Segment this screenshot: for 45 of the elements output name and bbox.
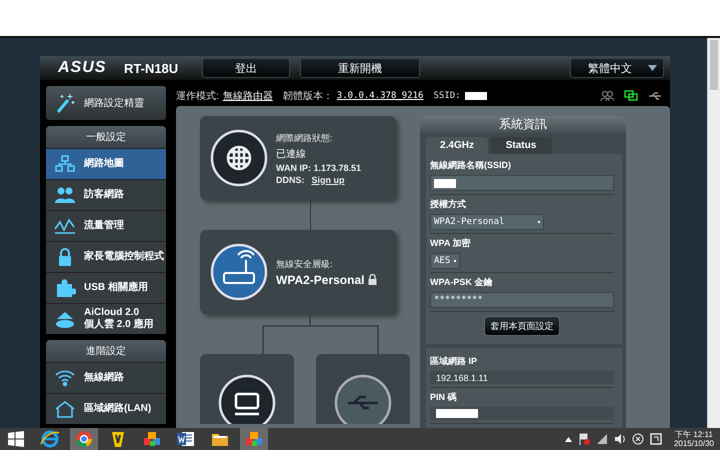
- field-label: 區域網路 IP: [430, 355, 478, 368]
- wan-ip-text: WAN IP: 1.173.78.51: [276, 162, 362, 172]
- tab[interactable]: Status: [490, 137, 552, 154]
- field-label: WPA-PSK 金鑰: [430, 276, 494, 289]
- brand-logo: ASUS: [58, 59, 108, 77]
- header-button[interactable]: 登出: [202, 58, 290, 78]
- sidebar-item[interactable]: 區域網路(LAN): [46, 393, 166, 424]
- sidebar-item[interactable]: AiCloud 2.0 個人雲 2.0 應用: [46, 303, 166, 334]
- sign-up-link[interactable]: Sign up: [312, 174, 344, 184]
- internet-node[interactable]: 網際網路狀態: 已連線 WAN IP: 1.173.78.51 DDNS: Sign up: [200, 116, 396, 200]
- sidebar-item[interactable]: 流量管理: [46, 210, 166, 241]
- router-node[interactable]: 無線安全層級: WPA2-Personal: [200, 230, 396, 314]
- field-label: 無線網路名稱(SSID): [430, 159, 512, 172]
- field-label: 授權方式: [430, 198, 467, 211]
- panel-title: 系統資訊: [420, 116, 626, 133]
- menu-section-header: 進階設定: [46, 340, 166, 362]
- select-dropdown[interactable]: AES: [430, 253, 460, 269]
- menu-section-header: 一般設定: [46, 126, 166, 148]
- field-label: WPA 加密: [430, 237, 472, 250]
- security-value: WPA2-Personal: [276, 272, 364, 286]
- sidebar-item[interactable]: 網路地圖: [46, 148, 166, 179]
- tab[interactable]: 2.4GHz: [426, 137, 488, 154]
- model-name: RT-N18U: [124, 60, 180, 76]
- select-dropdown[interactable]: WPA2-Personal: [430, 214, 544, 230]
- sidebar-item[interactable]: 家長電腦控制程式: [46, 241, 166, 272]
- mode-link[interactable]: 無線路由器: [222, 89, 273, 103]
- security-label: 無線安全層級:: [276, 258, 334, 270]
- status-label: 網際網路狀態:: [276, 132, 334, 144]
- mode-label: 運作模式:: [176, 90, 219, 103]
- apply-button[interactable]: 套用本頁面設定: [484, 316, 560, 336]
- status-value: 已連線: [276, 148, 307, 160]
- sidebar-item[interactable]: 訪客網路: [46, 179, 166, 210]
- ssid-label: SSID:: [433, 91, 461, 101]
- field-label: PIN 碼: [430, 391, 458, 404]
- sidebar-item[interactable]: USB 相關應用: [46, 272, 166, 303]
- input-field[interactable]: *********: [430, 292, 614, 308]
- setup-wizard-button[interactable]: 網路設定精靈: [46, 86, 166, 120]
- clock[interactable]: 下午 12:11 2015/10/30: [674, 430, 714, 448]
- language-dropdown[interactable]: 繁體中文: [570, 58, 664, 78]
- header-button[interactable]: 重新開機: [300, 58, 420, 78]
- sidebar-item[interactable]: 無線網路: [46, 362, 166, 393]
- ddns-label: DDNS:: [276, 174, 304, 184]
- value-field: 192.168.1.11: [430, 371, 614, 384]
- firmware-label: 韌體版本：: [282, 90, 333, 103]
- firmware-link[interactable]: 3.0.0.4.378_9216: [336, 91, 424, 101]
